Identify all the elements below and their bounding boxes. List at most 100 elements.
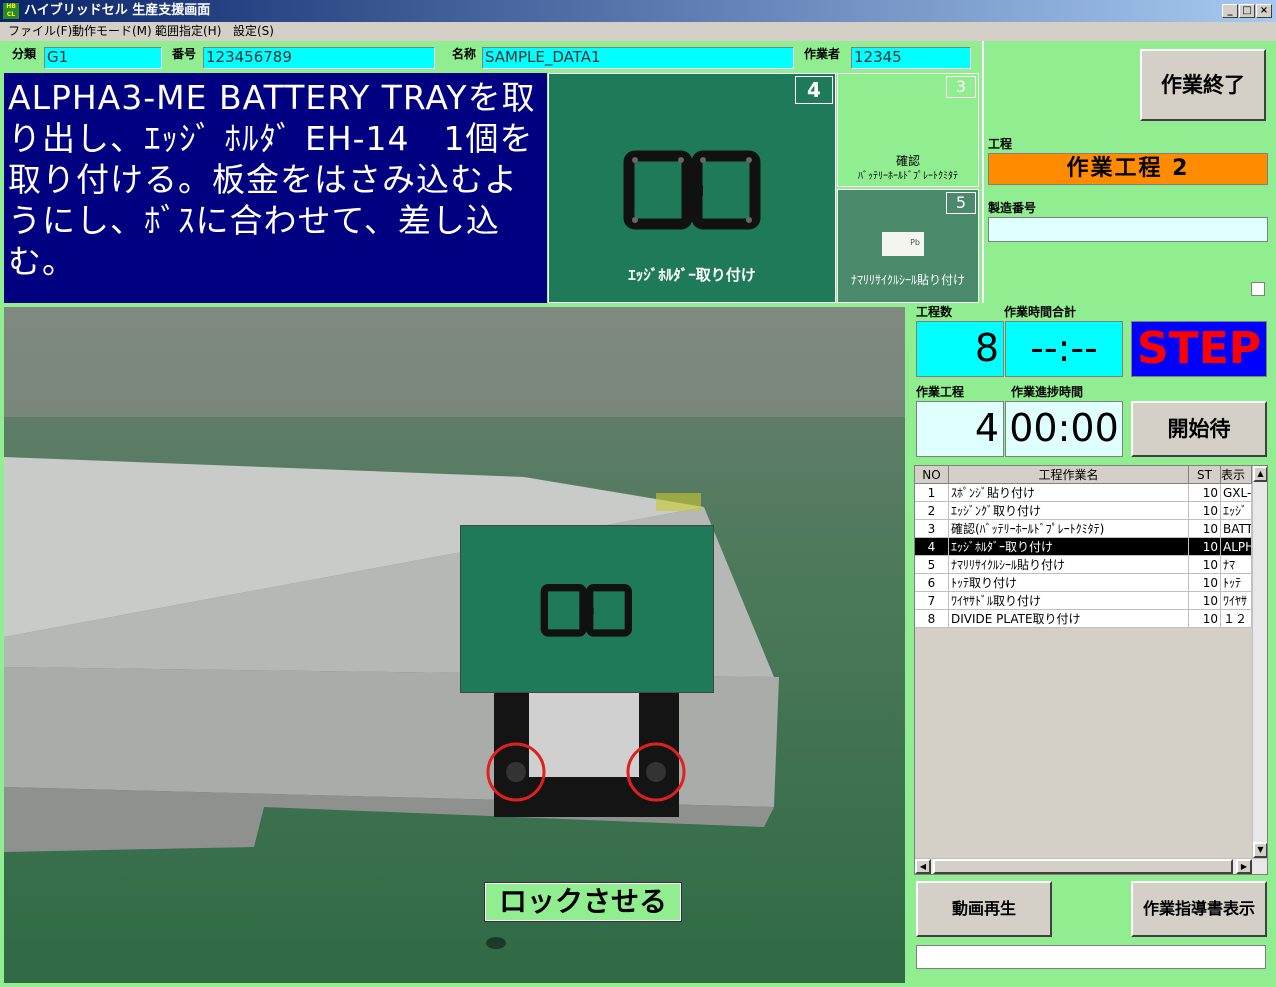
scroll-thumb[interactable] — [933, 859, 1233, 874]
table-cell-name: ﾜｲﾔｻﾄﾞﾙ取り付け — [949, 592, 1189, 610]
table-cell-st: 10 — [1189, 520, 1221, 538]
table-cell-name: ｽﾎﾟﾝｼﾞ貼り付け — [949, 484, 1189, 502]
sagyosha-label: 作業者 — [804, 47, 841, 61]
table-cell-no: 3 — [915, 520, 949, 538]
window-title: ハイブリッドセル 生産支援画面 — [24, 3, 211, 18]
start-wait-button[interactable]: 開始待 — [1131, 401, 1267, 457]
table-cell-st: 10 — [1189, 538, 1221, 556]
minimize-button[interactable]: _ — [1222, 4, 1238, 18]
maximize-button[interactable]: □ — [1239, 4, 1255, 18]
table-cell-no: 7 — [915, 592, 949, 610]
table-row[interactable]: 1 ｽﾎﾟﾝｼﾞ貼り付け 10 GXL- — [915, 484, 1252, 502]
col-header-st[interactable]: ST — [1189, 466, 1221, 484]
main-panel: 分類 G1 番号 123456789 名称 SAMPLE_DATA1 作業者 1… — [0, 41, 1276, 987]
table-cell-name: ﾄｯﾃ取り付け — [949, 574, 1189, 592]
table-cell-no: 5 — [915, 556, 949, 574]
table-row[interactable]: 2 ｴｯｼﾞﾝｸﾞ取り付け 10 ｴｯｼﾞ — [915, 502, 1252, 520]
meisho-field[interactable]: SAMPLE_DATA1 — [482, 47, 794, 69]
table-cell-disp: ﾅﾏ — [1221, 556, 1252, 574]
table-cell-name: ｴｯｼﾞﾎﾙﾀﾞｰ取り付け — [949, 538, 1189, 556]
serial-label: 製造番号 — [988, 201, 1037, 215]
table-cell-st: 10 — [1189, 502, 1221, 520]
total-time-label: 作業時間合計 — [1004, 305, 1077, 319]
table-cell-disp: ﾄｯﾃ — [1221, 574, 1252, 592]
vertical-divider — [982, 41, 984, 303]
menu-settings[interactable]: 設定(S) — [233, 22, 274, 41]
table-cell-st: 10 — [1189, 556, 1221, 574]
menu-file[interactable]: ファイル(F) — [8, 22, 72, 41]
horizontal-scrollbar[interactable]: ◀ ▶ — [915, 858, 1267, 874]
step-indicator: STEP — [1131, 321, 1267, 377]
table-cell-no: 8 — [915, 610, 949, 628]
small-indicator — [1251, 282, 1265, 296]
bunrui-field[interactable]: G1 — [44, 47, 162, 69]
table-cell-st: 10 — [1189, 592, 1221, 610]
bango-field[interactable]: 123456789 — [203, 47, 435, 69]
table-row[interactable]: 4 ｴｯｼﾞﾎﾙﾀﾞｰ取り付け 10 ALPH — [915, 538, 1252, 556]
col-header-name[interactable]: 工程作業名 — [949, 466, 1189, 484]
table-cell-disp: BATT — [1221, 520, 1252, 538]
recycle-seal-icon: Pb — [882, 232, 924, 256]
next-step-thumbnail[interactable]: 5 Pb ﾅﾏﾘﾘｻｲｸﾙｼｰﾙ貼り付け — [837, 189, 979, 303]
total-time-value: --:-- — [1005, 321, 1123, 377]
photo-caption: ロックさせる — [484, 882, 682, 922]
end-work-button[interactable]: 作業終了 — [1140, 49, 1266, 121]
scroll-up-icon[interactable]: ▲ — [1253, 466, 1267, 482]
table-cell-st: 10 — [1189, 574, 1221, 592]
table-cell-name: 確認(ﾊﾞｯﾃﾘｰﾎｰﾙﾄﾞﾌﾟﾚｰﾄｸﾐﾀﾃ) — [949, 520, 1189, 538]
table-cell-disp: １２ — [1221, 610, 1252, 628]
table-row[interactable]: 3 確認(ﾊﾞｯﾃﾘｰﾎｰﾙﾄﾞﾌﾟﾚｰﾄｸﾐﾀﾃ) 10 BATT — [915, 520, 1252, 538]
show-manual-button[interactable]: 作業指導書表示 — [1131, 881, 1267, 937]
status-field — [916, 945, 1266, 969]
work-photo: ロックさせる — [4, 307, 905, 983]
menu-mode[interactable]: 動作モード(M) — [72, 22, 152, 41]
table-cell-disp: GXL- — [1221, 484, 1252, 502]
play-video-button[interactable]: 動画再生 — [916, 881, 1052, 937]
table-cell-no: 1 — [915, 484, 949, 502]
serial-field[interactable] — [988, 217, 1268, 242]
table-cell-name: DIVIDE PLATE取り付け — [949, 610, 1189, 628]
work-photo-illustration — [4, 307, 905, 983]
title-bar: HB CL ハイブリッドセル 生産支援画面 _ □ × — [0, 0, 1276, 22]
edge-holder-icon — [623, 150, 761, 230]
steps-label: 工程数 — [916, 305, 953, 319]
scroll-down-icon[interactable]: ▼ — [1253, 842, 1267, 858]
vertical-scrollbar[interactable]: ▲ ▼ — [1252, 466, 1267, 858]
meisho-label: 名称 — [452, 47, 477, 61]
table-row[interactable]: 8 DIVIDE PLATE取り付け 10 １２ — [915, 610, 1252, 628]
table-cell-disp: ﾜｲﾔｻ — [1221, 592, 1252, 610]
close-button[interactable]: × — [1256, 4, 1272, 18]
bango-label: 番号 — [172, 47, 197, 61]
scroll-right-icon[interactable]: ▶ — [1236, 859, 1252, 874]
scroll-left-icon[interactable]: ◀ — [915, 859, 931, 874]
step-table: NO 工程作業名 ST 表示 1 ｽﾎﾟﾝｼﾞ貼り付け 10 GXL- 2 ｴｯｼﾞﾝｸﾞ… — [914, 465, 1268, 875]
progress-time-value: 00:00 — [1005, 401, 1123, 457]
thumbnail-caption: ﾅﾏﾘﾘｻｲｸﾙｼｰﾙ貼り付け — [850, 273, 965, 287]
process-value: 作業工程 2 — [988, 153, 1268, 185]
bunrui-label: 分類 — [12, 47, 37, 61]
thumbnail-number: 4 — [795, 76, 833, 104]
table-row[interactable]: 5 ﾅﾏﾘﾘｻｲｸﾙｼｰﾙ貼り付け 10 ﾅﾏ — [915, 556, 1252, 574]
prev-step-thumbnail[interactable]: 3 確認 ﾊﾞｯﾃﾘｰﾎｰﾙﾄﾞﾌﾟﾚｰﾄｸﾐﾀﾃ — [837, 73, 979, 187]
steps-value: 8 — [916, 321, 1004, 377]
process-label: 工程 — [988, 137, 1013, 151]
table-cell-name: ｴｯｼﾞﾝｸﾞ取り付け — [949, 502, 1189, 520]
table-cell-no: 6 — [915, 574, 949, 592]
inset-part-image — [460, 525, 714, 693]
thumbnail-number: 3 — [946, 76, 976, 98]
table-cell-no: 2 — [915, 502, 949, 520]
table-row[interactable]: 7 ﾜｲﾔｻﾄﾞﾙ取り付け 10 ﾜｲﾔｻ — [915, 592, 1252, 610]
thumbnail-caption: ｴｯｼﾞﾎﾙﾀﾞｰ取り付け — [628, 266, 756, 284]
col-header-no[interactable]: NO — [915, 466, 949, 484]
table-cell-disp: ALPH — [1221, 538, 1252, 556]
instruction-text: ALPHA3-ME BATTERY TRAYを取り出し、ｴｯｼﾞ ﾎﾙﾀﾞ EH… — [4, 73, 547, 303]
menu-range[interactable]: 範囲指定(H) — [155, 22, 221, 41]
col-header-display[interactable]: 表示 — [1221, 466, 1252, 484]
table-row[interactable]: 6 ﾄｯﾃ取り付け 10 ﾄｯﾃ — [915, 574, 1252, 592]
table-cell-disp: ｴｯｼﾞ — [1221, 502, 1252, 520]
thumbnail-caption-2: ﾊﾞｯﾃﾘｰﾎｰﾙﾄﾞﾌﾟﾚｰﾄｸﾐﾀﾃ — [858, 171, 958, 182]
sagyosha-field[interactable]: 12345 — [851, 47, 971, 69]
current-step-label: 作業工程 — [916, 385, 965, 399]
current-step-thumbnail[interactable]: 4 ｴｯｼﾞﾎﾙﾀﾞｰ取り付け — [548, 73, 836, 303]
current-step-value: 4 — [916, 401, 1004, 457]
